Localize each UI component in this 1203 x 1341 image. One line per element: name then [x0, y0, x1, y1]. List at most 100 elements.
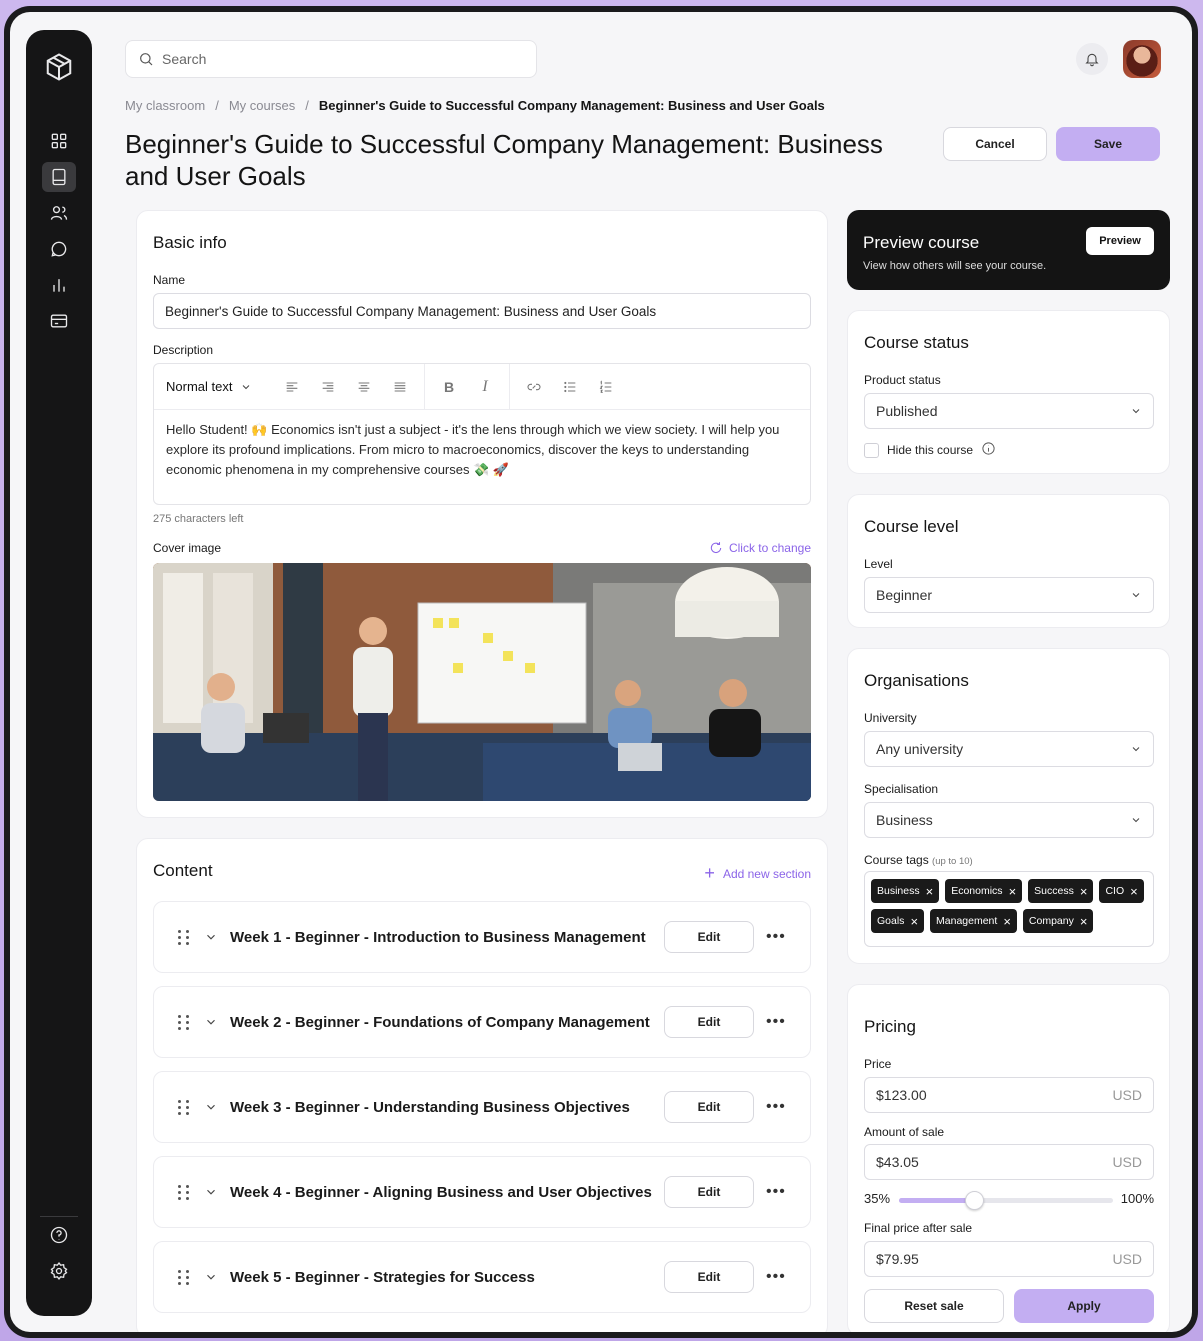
hide-course-checkbox[interactable] [864, 442, 879, 458]
drag-handle-icon[interactable] [178, 1184, 190, 1200]
description-editor[interactable]: Normal text B I Hello Student! 🙌 Economi… [153, 363, 811, 505]
link-icon[interactable] [516, 379, 552, 395]
section-row[interactable]: Week 3 - Beginner - Understanding Busine… [153, 1071, 811, 1143]
sale-amount-field[interactable]: $43.05 USD [864, 1144, 1154, 1180]
preview-button[interactable]: Preview [1086, 227, 1154, 255]
more-options-icon[interactable]: ••• [766, 1013, 786, 1031]
more-options-icon[interactable]: ••• [766, 1098, 786, 1116]
basic-info-card: Basic info Name Beginner's Guide to Succ… [136, 210, 828, 818]
remove-tag-icon[interactable]: × [1080, 915, 1088, 928]
add-section-button[interactable]: + Add new section [704, 863, 811, 884]
remove-tag-icon[interactable]: × [910, 915, 918, 928]
chevron-down-icon[interactable] [204, 930, 218, 944]
more-options-icon[interactable]: ••• [766, 928, 786, 946]
edit-section-button[interactable]: Edit [664, 1091, 754, 1123]
cover-image[interactable] [153, 563, 811, 801]
notifications-bell-icon[interactable] [1076, 43, 1108, 75]
breadcrumb-separator: / [215, 98, 219, 113]
text-style-select[interactable]: Normal text [166, 379, 274, 394]
remove-tag-icon[interactable]: × [1009, 885, 1017, 898]
tag-chip: Economics × [945, 879, 1023, 903]
section-row[interactable]: Week 5 - Beginner - Strategies for Succe… [153, 1241, 811, 1313]
reset-sale-button[interactable]: Reset sale [864, 1289, 1004, 1323]
remove-tag-icon[interactable]: × [1003, 915, 1011, 928]
characters-left: 275 characters left [153, 513, 244, 525]
slider-max-label: 100% [1120, 1191, 1154, 1206]
section-row[interactable]: Week 1 - Beginner - Introduction to Busi… [153, 901, 811, 973]
numbered-list-icon[interactable] [588, 379, 624, 395]
align-justify-icon[interactable] [382, 379, 418, 395]
more-options-icon[interactable]: ••• [766, 1268, 786, 1286]
university-select[interactable]: Any university [864, 731, 1154, 767]
analytics-icon[interactable] [42, 270, 76, 300]
search-bar[interactable] [125, 40, 537, 78]
sale-amount-label: Amount of sale [864, 1125, 945, 1139]
drag-handle-icon[interactable] [178, 929, 190, 945]
breadcrumb-current: Beginner's Guide to Successful Company M… [318, 98, 825, 113]
university-value: Any university [876, 741, 964, 757]
course-name-field[interactable]: Beginner's Guide to Successful Company M… [153, 293, 811, 329]
settings-gear-icon[interactable] [42, 1256, 76, 1286]
price-field[interactable]: $123.00 USD [864, 1077, 1154, 1113]
apply-button[interactable]: Apply [1014, 1289, 1154, 1323]
final-price-label: Final price after sale [864, 1221, 973, 1235]
hide-course-row: Hide this course [864, 441, 996, 459]
level-select[interactable]: Beginner [864, 577, 1154, 613]
remove-tag-icon[interactable]: × [1130, 885, 1138, 898]
courses-book-icon[interactable] [42, 162, 76, 192]
breadcrumb-my-courses[interactable]: My courses [229, 98, 295, 113]
bullet-list-icon[interactable] [552, 379, 588, 395]
drag-handle-icon[interactable] [178, 1269, 190, 1285]
chat-icon[interactable] [42, 234, 76, 264]
more-options-icon[interactable]: ••• [766, 1183, 786, 1201]
edit-section-button[interactable]: Edit [664, 1006, 754, 1038]
drag-handle-icon[interactable] [178, 1099, 190, 1115]
product-status-select[interactable]: Published [864, 393, 1154, 429]
text-style-label: Normal text [166, 379, 233, 394]
chevron-down-icon[interactable] [204, 1015, 218, 1029]
drag-handle-icon[interactable] [178, 1014, 190, 1030]
edit-section-button[interactable]: Edit [664, 1261, 754, 1293]
slider-handle[interactable] [964, 1191, 984, 1210]
chevron-down-icon[interactable] [204, 1185, 218, 1199]
bold-icon[interactable]: B [431, 379, 467, 395]
preview-course-card: Preview course View how others will see … [847, 210, 1170, 290]
chevron-down-icon[interactable] [204, 1100, 218, 1114]
help-icon[interactable] [42, 1220, 76, 1250]
italic-icon[interactable]: I [467, 378, 503, 396]
device-frame: My classroom / My courses / Beginner's G… [4, 6, 1198, 1338]
section-title: Week 1 - Beginner - Introduction to Busi… [230, 928, 646, 946]
user-avatar[interactable] [1123, 40, 1161, 78]
slider-min-label: 35% [864, 1191, 891, 1206]
sale-slider[interactable]: 35% 100% [864, 1189, 1154, 1210]
edit-section-button[interactable]: Edit [664, 921, 754, 953]
course-tags-input[interactable]: Business × Economics × Success × CIO × Goals… [864, 871, 1154, 947]
info-icon[interactable] [981, 441, 996, 459]
final-price-field[interactable]: $79.95 USD [864, 1241, 1154, 1277]
section-row[interactable]: Week 2 - Beginner - Foundations of Compa… [153, 986, 811, 1058]
align-right-icon[interactable] [310, 379, 346, 395]
save-button[interactable]: Save [1056, 127, 1160, 161]
change-cover-link[interactable]: Click to change [709, 541, 811, 555]
align-center-icon[interactable] [346, 379, 382, 395]
price-label: Price [864, 1057, 892, 1071]
align-left-icon[interactable] [274, 379, 310, 395]
search-input[interactable] [162, 51, 522, 67]
cancel-button[interactable]: Cancel [943, 127, 1047, 161]
edit-section-button[interactable]: Edit [664, 1176, 754, 1208]
section-row[interactable]: Week 4 - Beginner - Aligning Business an… [153, 1156, 811, 1228]
breadcrumb-my-classroom[interactable]: My classroom [125, 98, 205, 113]
tag-chip: Success × [1028, 879, 1094, 903]
users-icon[interactable] [42, 198, 76, 228]
remove-tag-icon[interactable]: × [1080, 885, 1088, 898]
university-label: University [864, 711, 917, 725]
tag-chip: CIO × [1099, 879, 1144, 903]
logo-icon[interactable] [42, 52, 76, 82]
chevron-down-icon[interactable] [204, 1270, 218, 1284]
remove-tag-icon[interactable]: × [926, 885, 934, 898]
specialisation-select[interactable]: Business [864, 802, 1154, 838]
dashboard-icon[interactable] [42, 126, 76, 156]
billing-card-icon[interactable] [42, 306, 76, 336]
organisations-title: Organisations [864, 671, 969, 690]
slider-track[interactable] [899, 1191, 1113, 1210]
